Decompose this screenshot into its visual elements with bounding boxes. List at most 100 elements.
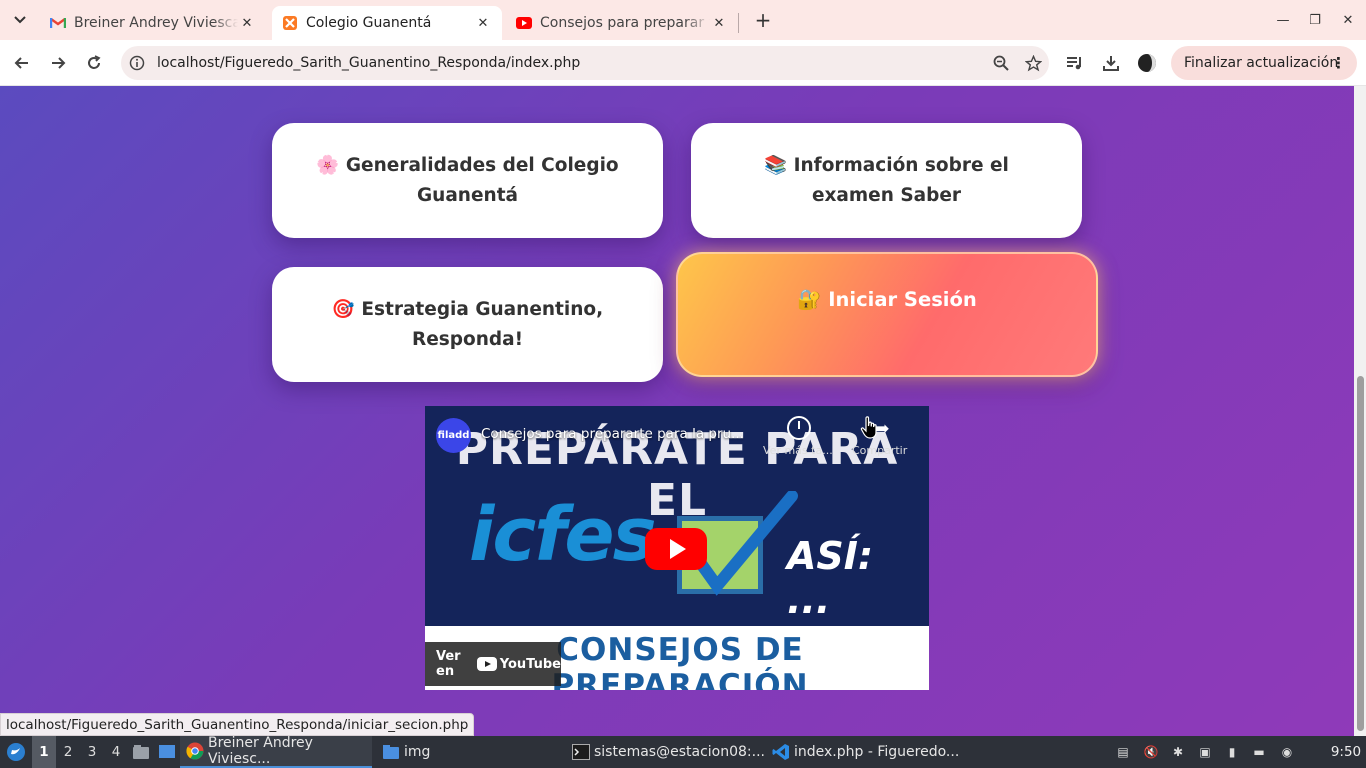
new-tab-button[interactable]: + <box>747 4 779 36</box>
tab-gmail[interactable]: Breiner Andrey Viviescas ✕ <box>40 6 266 40</box>
tab-title: Consejos para preparar te <box>540 15 710 31</box>
bird-logo-icon <box>7 743 25 761</box>
zoom-icon[interactable] <box>985 55 1017 71</box>
more-vert-icon[interactable]: ⋮ <box>1331 54 1346 72</box>
profile-avatar[interactable] <box>1130 46 1164 80</box>
bluetooth-icon[interactable]: ✱ <box>1167 736 1189 768</box>
terminal-icon <box>572 743 590 761</box>
arrow-left-icon <box>14 57 28 69</box>
tab-search-dropdown[interactable] <box>0 0 40 40</box>
watch-on-youtube-button[interactable]: Ver en YouTube <box>425 642 561 686</box>
tab-youtube[interactable]: Consejos para preparar te ✕ <box>506 6 738 40</box>
playlist-icon <box>1067 57 1081 70</box>
bookmark-star-icon[interactable] <box>1017 54 1049 72</box>
taskbar-app-vscode[interactable]: index.php - Figueredo... <box>766 736 966 768</box>
files-launcher[interactable] <box>128 736 154 768</box>
tab-colegio[interactable]: Colegio Guanentá ✕ <box>272 6 502 40</box>
notification-icon[interactable]: ▮ <box>1221 736 1243 768</box>
thumbnail-asi-text: ASÍ: ... <box>787 534 874 622</box>
site-info-icon[interactable] <box>121 55 153 71</box>
share-label[interactable]: Compartir <box>852 444 907 457</box>
card-label: Iniciar Sesión <box>828 288 977 311</box>
hand-cursor-icon <box>860 416 877 439</box>
browser-toolbar: localhost/Figueredo_Sarith_Guanentino_Re… <box>0 40 1366 86</box>
workspace-3[interactable]: 3 <box>80 744 104 760</box>
card-label: Estrategia Guanentino, Responda! <box>361 298 604 350</box>
update-chrome-button[interactable]: Finalizar actualización ⋮ <box>1171 46 1357 80</box>
restore-icon: ❐ <box>1309 12 1321 28</box>
start-menu-button[interactable] <box>0 736 32 768</box>
card-generalidades[interactable]: 🌸 Generalidades del Colegio Guanentá <box>272 123 663 238</box>
taskbar: 1 2 3 4 Breiner Andrey Viviesc... img si… <box>0 735 1366 768</box>
download-icon <box>1103 56 1119 71</box>
folder-icon <box>382 743 400 761</box>
downloads-button[interactable] <box>1094 46 1128 80</box>
books-icon: 📚 <box>764 154 788 176</box>
address-text[interactable]: localhost/Figueredo_Sarith_Guanentino_Re… <box>157 55 985 71</box>
close-icon[interactable]: ✕ <box>474 14 492 32</box>
taskbar-app-img[interactable]: img <box>376 736 476 768</box>
forward-button[interactable] <box>41 46 75 80</box>
chrome-icon <box>186 742 204 760</box>
channel-avatar[interactable]: filadd <box>436 418 471 453</box>
close-icon[interactable]: ✕ <box>238 14 256 32</box>
updates-icon[interactable]: ◉ <box>1276 736 1298 768</box>
login-card-button[interactable]: 🔐 Iniciar Sesión <box>676 252 1098 377</box>
youtube-icon <box>476 657 497 671</box>
taskbar-app-chrome[interactable]: Breiner Andrey Viviesc... <box>180 735 372 768</box>
card-informacion[interactable]: 📚 Información sobre el examen Saber <box>691 123 1082 238</box>
clipboard-icon[interactable]: ▤ <box>1112 736 1134 768</box>
play-button[interactable] <box>645 528 707 570</box>
scrollbar-thumb[interactable] <box>1357 376 1364 731</box>
gmail-icon <box>50 15 66 31</box>
plus-icon: + <box>754 8 772 32</box>
update-label: Finalizar actualización <box>1184 55 1339 71</box>
desktop-icon <box>159 745 175 758</box>
close-window-button[interactable]: ✕ <box>1332 0 1364 40</box>
vscode-icon <box>772 743 790 761</box>
reload-button[interactable] <box>77 46 111 80</box>
page-content: 🌸 Generalidades del Colegio Guanentá 📚 I… <box>0 86 1354 736</box>
video-title[interactable]: Consejos para prepararte para la pru... <box>481 426 761 442</box>
arrow-right-icon <box>52 57 66 69</box>
youtube-embed[interactable]: PREPÁRATE PARA EL icfes ASÍ: ... CONSEJO… <box>425 406 929 690</box>
tab-separator <box>738 13 739 33</box>
reload-icon <box>88 55 101 69</box>
watch-later-label[interactable]: Ver más ta... <box>763 444 833 457</box>
minimize-button[interactable]: — <box>1267 0 1299 40</box>
clock-icon[interactable] <box>787 416 811 440</box>
battery-icon[interactable]: ▬ <box>1248 736 1270 768</box>
media-controls-button[interactable] <box>1058 46 1092 80</box>
flower-icon: 🌸 <box>316 154 340 176</box>
link-status-bar: localhost/Figueredo_Sarith_Guanentino_Re… <box>0 713 475 736</box>
desktop-launcher[interactable] <box>154 736 180 768</box>
taskbar-app-terminal[interactable]: sistemas@estacion08:... <box>566 736 766 768</box>
tab-title: Colegio Guanentá <box>306 15 432 31</box>
card-estrategia[interactable]: 🎯 Estrategia Guanentino, Responda! <box>272 267 663 382</box>
mute-icon[interactable]: 🔇 <box>1140 736 1162 768</box>
page-scrollbar[interactable] <box>1354 86 1366 736</box>
lock-key-icon: 🔐 <box>797 288 822 311</box>
chevron-down-icon <box>14 16 26 24</box>
app-label: index.php - Figueredo... <box>794 744 960 760</box>
xampp-icon <box>282 15 298 31</box>
app-label: sistemas@estacion08:... <box>594 744 765 760</box>
app-label: Breiner Andrey Viviesc... <box>208 735 313 767</box>
restore-button[interactable]: ❐ <box>1299 0 1331 40</box>
back-button[interactable] <box>5 46 39 80</box>
tab-title: Breiner Andrey Viviescas <box>74 15 238 31</box>
minimize-icon: — <box>1276 12 1290 28</box>
workspace-1[interactable]: 1 <box>32 736 56 768</box>
clock[interactable]: 9:50 <box>1326 736 1366 768</box>
address-bar[interactable]: localhost/Figueredo_Sarith_Guanentino_Re… <box>121 46 1049 80</box>
network-icon[interactable]: ▣ <box>1194 736 1216 768</box>
card-label: Información sobre el examen Saber <box>793 154 1009 206</box>
close-icon[interactable]: ✕ <box>710 14 728 32</box>
target-icon: 🎯 <box>331 298 355 320</box>
workspace-4[interactable]: 4 <box>104 744 128 760</box>
avatar-icon <box>1138 54 1156 72</box>
card-label: Generalidades del Colegio Guanentá <box>345 154 619 206</box>
watch-on-label: Ver en <box>436 649 461 679</box>
workspace-2[interactable]: 2 <box>56 744 80 760</box>
app-label: img <box>404 744 431 760</box>
